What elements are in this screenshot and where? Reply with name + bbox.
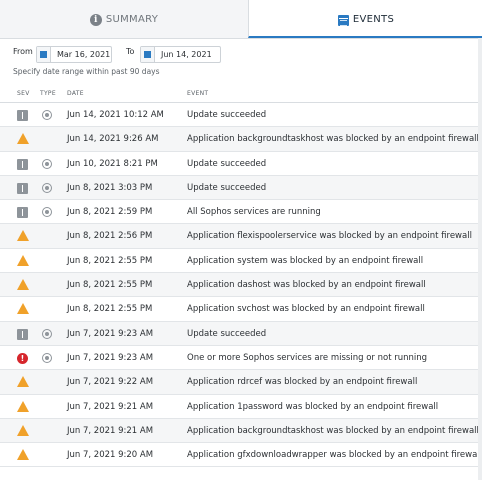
event-description: Application rdrcef was blocked by an end…	[187, 377, 418, 388]
event-date: Jun 7, 2021 9:20 AM	[67, 450, 154, 461]
event-date: Jun 7, 2021 9:21 AM	[67, 401, 154, 412]
event-description: Update succeeded	[187, 328, 267, 339]
event-description: Application 1password was blocked by an …	[187, 401, 439, 412]
warning-icon	[17, 449, 29, 461]
event-description: Update succeeded	[187, 182, 267, 193]
info-icon: i	[89, 14, 102, 26]
tab-summary-label: SUMMARY	[105, 14, 159, 25]
system-event-icon	[42, 182, 52, 193]
warning-icon	[17, 254, 29, 266]
event-description: Application system was blocked by an end…	[187, 255, 424, 266]
event-date: Jun 8, 2021 2:55 PM	[67, 280, 153, 291]
calendar-icon	[40, 51, 47, 58]
system-event-icon	[42, 207, 52, 218]
table-row[interactable]: Jun 7, 2021 9:21 AM Application backgroun…	[0, 418, 482, 444]
system-event-icon	[42, 328, 52, 339]
event-description: Application backgroundtaskhost was block…	[187, 134, 479, 145]
table-row[interactable]: Jun 8, 2021 2:59 PM All Sophos services a…	[0, 200, 482, 225]
event-date: Jun 7, 2021 9:21 AM	[67, 425, 154, 436]
event-description: One or more Sophos services are missing …	[187, 352, 428, 363]
system-event-icon	[42, 352, 52, 363]
event-description: Application backgroundtaskhost was block…	[187, 425, 479, 436]
system-event-icon	[42, 110, 52, 120]
event-description: Application gfxdownloadwrapper was block…	[187, 450, 482, 461]
table-row[interactable]: Jun 14, 2021 9:26 AM Application backgrou…	[0, 127, 482, 152]
from-date-picker-button[interactable]	[37, 47, 51, 62]
event-description: Update succeeded	[187, 158, 267, 169]
col-date[interactable]: DATE	[67, 90, 84, 97]
table-row[interactable]: Jun 10, 2021 8:21 PM Update succeeded	[0, 152, 482, 176]
event-date: Jun 8, 2021 2:55 PM	[67, 304, 153, 315]
table-row[interactable]: Jun 7, 2021 9:22 AM Application rdrcef wa…	[0, 370, 482, 395]
col-type[interactable]: TYPE	[40, 90, 56, 97]
event-description: All Sophos services are running	[187, 207, 321, 218]
from-date-field[interactable]: Mar 16, 2021	[36, 46, 112, 63]
calendar-icon	[144, 51, 151, 58]
tab-summary[interactable]: i SUMMARY	[0, 0, 248, 38]
tab-events[interactable]: EVENTS	[248, 0, 482, 38]
warning-icon	[17, 279, 29, 291]
info-icon	[17, 110, 28, 121]
table-row[interactable]: Jun 8, 2021 2:55 PM Application dashost w…	[0, 273, 482, 298]
info-icon	[17, 207, 28, 219]
warning-icon	[17, 133, 29, 145]
col-sev[interactable]: SEV	[17, 90, 30, 97]
event-date: Jun 10, 2021 8:21 PM	[67, 158, 158, 169]
event-description: Update succeeded	[187, 110, 267, 120]
warning-icon	[17, 230, 29, 242]
event-date: Jun 8, 2021 2:56 PM	[67, 231, 153, 242]
info-icon	[17, 182, 28, 194]
info-icon	[17, 158, 28, 170]
info-icon	[17, 328, 28, 340]
event-date: Jun 7, 2021 9:23 AM	[67, 352, 154, 363]
calendar-icon	[337, 14, 349, 26]
events-table-body: Jun 14, 2021 10:12 AM Update succeeded Jun…	[0, 103, 482, 468]
event-description: Application svchost was blocked by an en…	[187, 304, 425, 315]
event-date: Jun 7, 2021 9:23 AM	[67, 328, 154, 339]
from-date-value: Mar 16, 2021	[57, 50, 111, 59]
events-table-header: SEV TYPE DATE EVENT	[0, 86, 482, 103]
to-date-value: Jun 14, 2021	[161, 50, 212, 59]
event-date: Jun 14, 2021 10:12 AM	[67, 110, 164, 120]
warning-icon	[17, 303, 29, 315]
event-date: Jun 8, 2021 3:03 PM	[67, 182, 153, 193]
warning-icon	[17, 400, 29, 412]
table-row[interactable]: Jun 7, 2021 9:21 AM Application 1password…	[0, 395, 482, 419]
table-row[interactable]: Jun 14, 2021 10:12 AM Update succeeded	[0, 103, 482, 128]
to-date-picker-button[interactable]	[141, 47, 155, 62]
warning-icon	[17, 376, 29, 388]
event-date: Jun 8, 2021 2:55 PM	[67, 255, 153, 266]
tab-events-label: EVENTS	[352, 14, 395, 25]
system-event-icon	[42, 158, 52, 169]
date-range-hint: Specify date range within past 90 days	[13, 67, 160, 76]
event-date: Jun 8, 2021 2:59 PM	[67, 207, 153, 218]
critical-icon	[17, 352, 28, 364]
table-row[interactable]: Jun 7, 2021 9:20 AM Application gfxdownlo…	[0, 443, 482, 468]
scrollbar[interactable]	[478, 38, 482, 480]
table-row[interactable]: Jun 7, 2021 9:23 AM Update succeeded	[0, 321, 482, 346]
table-row[interactable]: Jun 8, 2021 2:55 PM Application system wa…	[0, 249, 482, 274]
event-description: Application flexispoolerservice was bloc…	[187, 231, 472, 242]
event-date: Jun 14, 2021 9:26 AM	[67, 134, 159, 145]
table-row[interactable]: Jun 8, 2021 3:03 PM Update succeeded	[0, 175, 482, 201]
warning-icon	[17, 424, 29, 436]
col-event[interactable]: EVENT	[187, 90, 208, 97]
event-date: Jun 7, 2021 9:22 AM	[67, 377, 154, 388]
table-row[interactable]: Jun 8, 2021 2:55 PM Application svchost w…	[0, 297, 482, 322]
tab-bar: i SUMMARY EVENTS	[0, 0, 482, 39]
event-description: Application dashost was blocked by an en…	[187, 280, 426, 291]
date-filter: From Mar 16, 2021 To Jun 14, 2021 Specif…	[0, 38, 482, 82]
table-row[interactable]: Jun 7, 2021 9:23 AM One or more Sophos se…	[0, 346, 482, 371]
table-row[interactable]: Jun 8, 2021 2:56 PM Application flexispoo…	[0, 224, 482, 249]
to-label: To	[126, 47, 135, 56]
to-date-field[interactable]: Jun 14, 2021	[140, 46, 221, 63]
from-label: From	[13, 47, 33, 56]
